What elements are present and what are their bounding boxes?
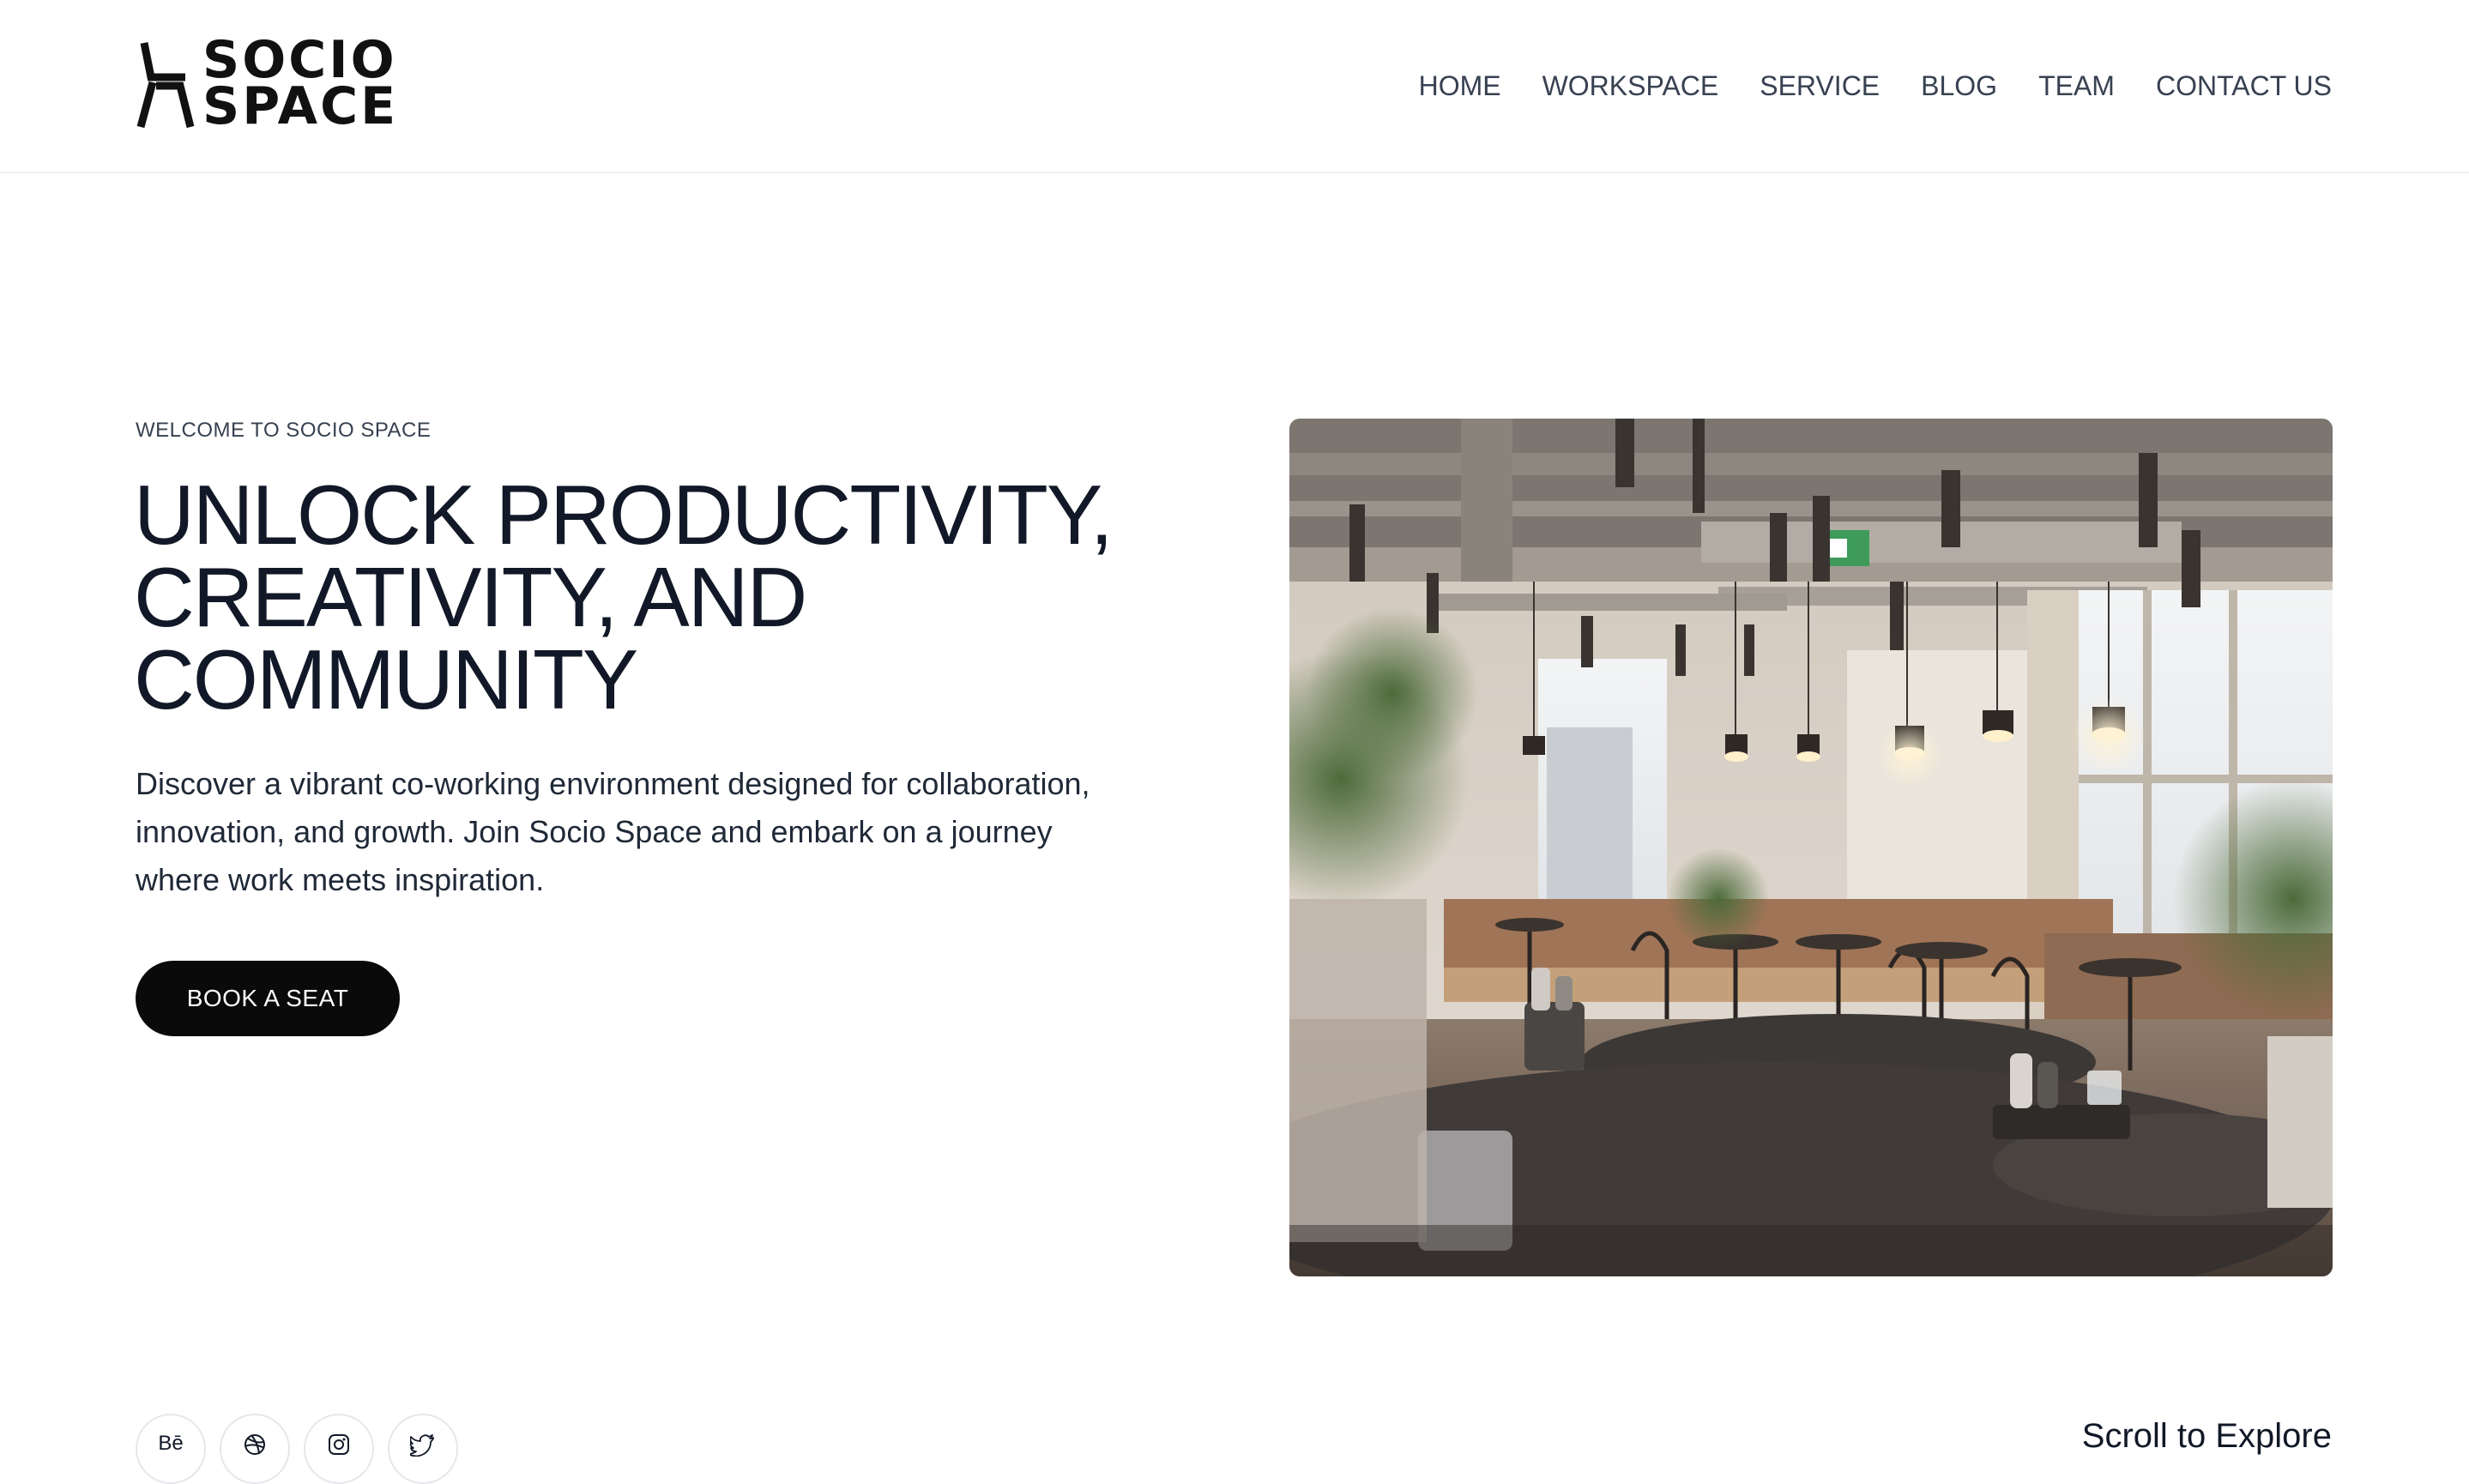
nav-service[interactable]: SERVICE [1760, 67, 1880, 105]
instagram-icon[interactable] [304, 1414, 374, 1484]
behance-glyph: Bē [158, 1432, 184, 1455]
dribbble-icon[interactable] [220, 1414, 290, 1484]
hero-image [1289, 419, 2333, 1276]
logo-word-space: SPACE [202, 76, 399, 136]
nav-team[interactable]: TEAM [2038, 67, 2115, 105]
nav-home[interactable]: HOME [1419, 67, 1501, 105]
coworking-space-photo [1289, 419, 2333, 1276]
book-a-seat-button[interactable]: BOOK A SEAT [136, 961, 400, 1036]
hero-eyebrow: WELCOME TO SOCIO SPACE [136, 419, 432, 442]
site-header: SOCIO SPACE HOME WORKSPACE SERVICE BLOG … [0, 0, 2469, 173]
nav-contact-us[interactable]: CONTACT US [2156, 67, 2332, 105]
scroll-to-explore[interactable]: Scroll to Explore [2082, 1417, 2332, 1456]
twitter-icon[interactable] [388, 1414, 458, 1484]
socio-space-logo[interactable]: SOCIO SPACE [136, 34, 395, 132]
chair-logo-icon [136, 42, 195, 129]
social-links: Bē [136, 1414, 458, 1484]
nav-blog[interactable]: BLOG [1921, 67, 1997, 105]
hero-title: UNLOCK PRODUCTIVITY, CREATIVITY, AND COM… [134, 468, 1114, 727]
nav-workspace[interactable]: WORKSPACE [1542, 67, 1719, 105]
behance-icon[interactable]: Bē [136, 1414, 206, 1484]
hero-description: Discover a vibrant co-working environmen… [136, 766, 1090, 897]
main-nav: HOME WORKSPACE SERVICE BLOG TEAM CONTACT… [1419, 67, 2332, 105]
